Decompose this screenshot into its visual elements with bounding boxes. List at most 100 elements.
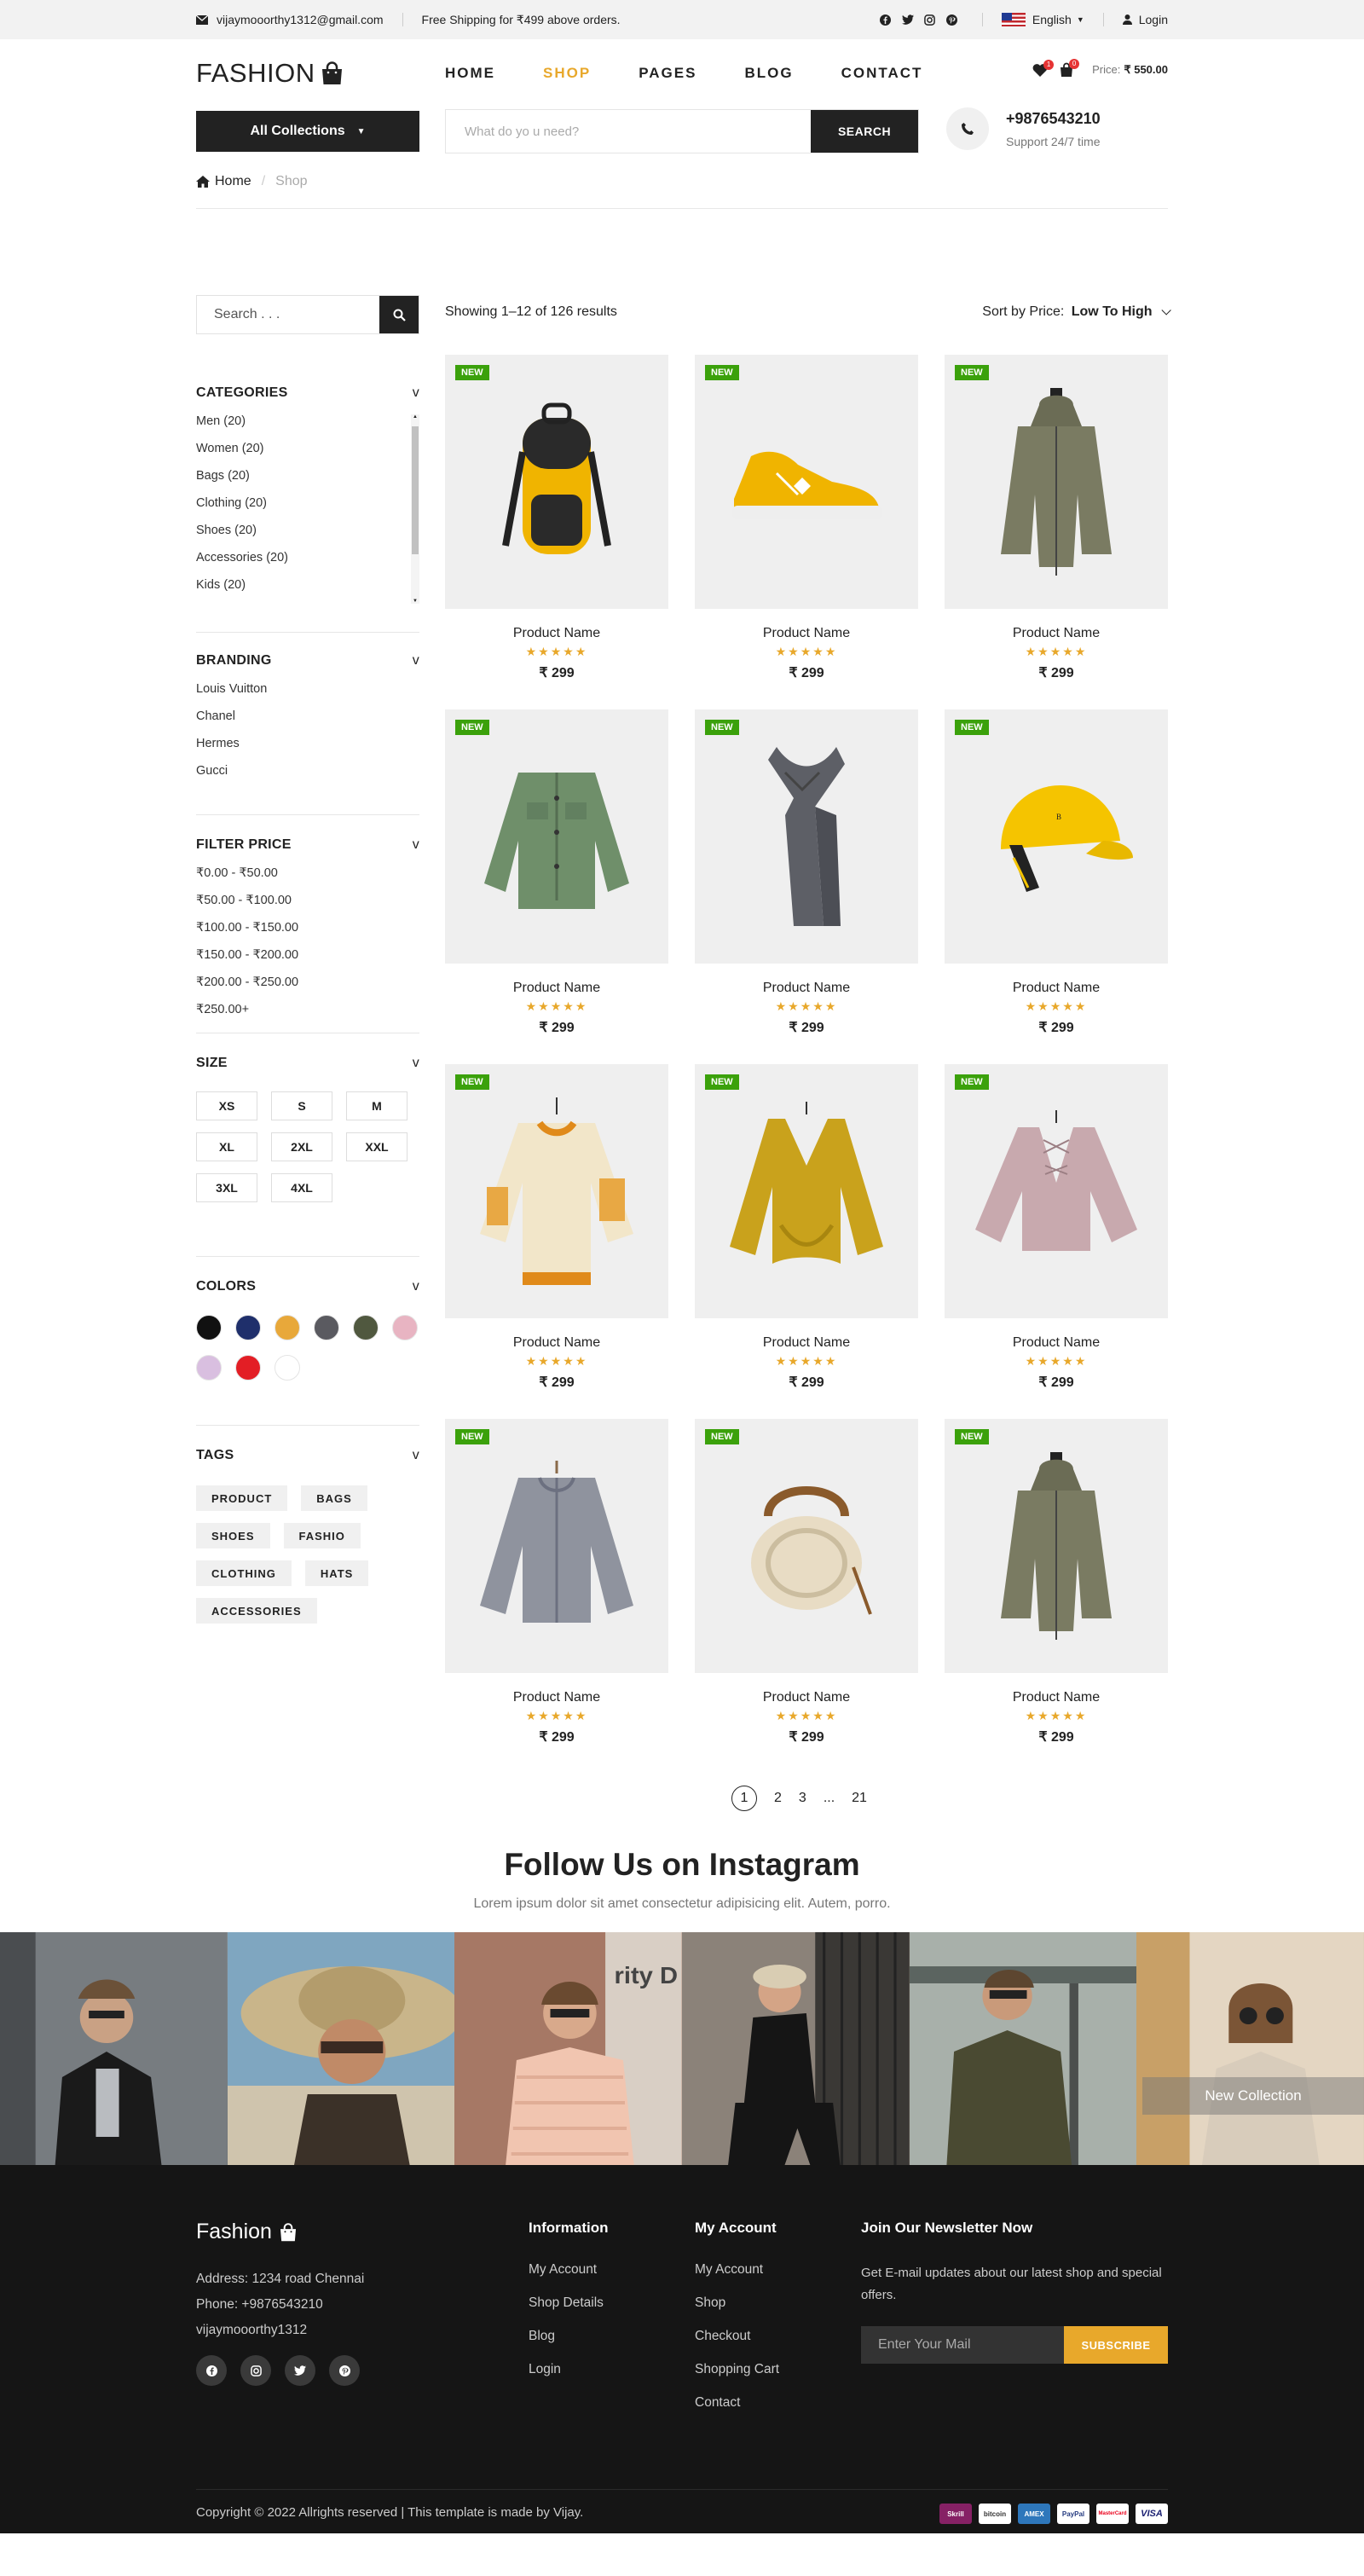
- footer-link[interactable]: My Account: [529, 2262, 609, 2278]
- nav-pages[interactable]: PAGES: [639, 65, 696, 82]
- product-card[interactable]: NEW Product Name ★★★★★ ₹ 299: [695, 709, 918, 1064]
- brand-item[interactable]: Gucci: [196, 764, 419, 778]
- nav-contact[interactable]: CONTACT: [841, 65, 923, 82]
- product-image[interactable]: NEW: [695, 709, 918, 964]
- scrollbar[interactable]: ▲ ▼: [411, 414, 419, 604]
- facebook-icon[interactable]: [875, 10, 897, 29]
- instagram-photo[interactable]: New Collection: [1136, 1932, 1364, 2188]
- breadcrumb-home[interactable]: Home: [215, 174, 251, 189]
- brand-item[interactable]: Chanel: [196, 709, 419, 723]
- product-name[interactable]: Product Name: [695, 1335, 918, 1351]
- size-option[interactable]: 4XL: [271, 1173, 332, 1202]
- footer-link[interactable]: Checkout: [695, 2329, 779, 2344]
- newsletter-email-input[interactable]: Enter Your Mail: [861, 2326, 1064, 2364]
- size-option[interactable]: XS: [196, 1091, 257, 1120]
- price-range-item[interactable]: ₹100.00 - ₹150.00: [196, 921, 419, 935]
- price-range-item[interactable]: ₹50.00 - ₹100.00: [196, 894, 419, 907]
- tags-toggle[interactable]: v: [413, 1448, 419, 1463]
- product-card[interactable]: NEW Product Name ★★★★★ ₹ 299: [695, 355, 918, 709]
- all-collections-button[interactable]: All Collections ▼: [196, 111, 419, 152]
- instagram-icon[interactable]: [919, 10, 941, 29]
- price-range-item[interactable]: ₹0.00 - ₹50.00: [196, 866, 419, 880]
- color-swatch[interactable]: [196, 1355, 222, 1381]
- product-image[interactable]: NEW: [445, 1419, 668, 1673]
- instagram-photo[interactable]: [909, 1932, 1137, 2188]
- product-name[interactable]: Product Name: [945, 981, 1168, 996]
- product-name[interactable]: Product Name: [945, 626, 1168, 641]
- footer-link[interactable]: Blog: [529, 2329, 609, 2344]
- color-swatch[interactable]: [392, 1315, 418, 1340]
- product-card[interactable]: NEW B Product Name ★★★★★ ₹ 299: [945, 709, 1168, 1064]
- login-link[interactable]: Login: [1139, 13, 1168, 26]
- tag-item[interactable]: HATS: [304, 1560, 369, 1586]
- size-option[interactable]: S: [271, 1091, 332, 1120]
- product-image[interactable]: NEW: [445, 355, 668, 609]
- category-item[interactable]: Women (20): [196, 442, 419, 455]
- topbar-email[interactable]: vijaymooorthy1312@gmail.com: [217, 13, 384, 26]
- instagram-photo[interactable]: [0, 1932, 228, 2188]
- product-card[interactable]: NEW Product Name ★★★★★ ₹ 299: [445, 1419, 668, 1774]
- nav-home[interactable]: HOME: [445, 65, 495, 82]
- product-card[interactable]: NEW Product Name ★★★★★ ₹ 299: [695, 1419, 918, 1774]
- price-range-item[interactable]: ₹150.00 - ₹200.00: [196, 948, 419, 962]
- page-link[interactable]: 3: [799, 1791, 806, 1806]
- product-name[interactable]: Product Name: [445, 1690, 668, 1705]
- twitter-icon[interactable]: [897, 10, 919, 29]
- instagram-photo[interactable]: rity D: [454, 1932, 683, 2188]
- chevron-down-icon[interactable]: ▼: [1077, 15, 1084, 24]
- product-image[interactable]: NEW: [945, 355, 1168, 609]
- colors-toggle[interactable]: v: [413, 1279, 419, 1294]
- price-range-item[interactable]: ₹200.00 - ₹250.00: [196, 975, 419, 989]
- size-option[interactable]: 3XL: [196, 1173, 257, 1202]
- price-filter-toggle[interactable]: v: [413, 837, 419, 853]
- tag-item[interactable]: ACCESSORIES: [196, 1598, 317, 1624]
- category-item[interactable]: Shoes (20): [196, 524, 419, 537]
- nav-blog[interactable]: BLOG: [744, 65, 793, 82]
- twitter-icon[interactable]: [285, 2355, 315, 2386]
- color-swatch[interactable]: [235, 1315, 261, 1340]
- category-item[interactable]: Men (20): [196, 414, 419, 428]
- instagram-photo[interactable]: [227, 1932, 455, 2188]
- size-option[interactable]: XXL: [346, 1132, 407, 1161]
- product-card[interactable]: NEW Product Name ★★★★★ ₹ 299: [695, 1064, 918, 1419]
- tag-item[interactable]: BAGS: [301, 1485, 367, 1511]
- language-selector[interactable]: English: [1032, 13, 1072, 26]
- sidebar-search-input[interactable]: Search . . .: [197, 296, 379, 333]
- facebook-icon[interactable]: [196, 2355, 227, 2386]
- page-link[interactable]: 2: [774, 1791, 782, 1806]
- brand-item[interactable]: Louis Vuitton: [196, 682, 419, 696]
- tag-item[interactable]: FASHIO: [283, 1523, 361, 1548]
- branding-toggle[interactable]: v: [413, 653, 419, 669]
- category-item[interactable]: Kids (20): [196, 578, 419, 592]
- wishlist-button[interactable]: 1: [1032, 59, 1055, 77]
- search-input[interactable]: What do yo u need?: [446, 110, 811, 153]
- product-image[interactable]: NEW: [945, 1419, 1168, 1673]
- product-image[interactable]: NEW: [445, 1064, 668, 1318]
- sort-select[interactable]: Sort by Price: Low To High: [982, 304, 1171, 320]
- support-phone[interactable]: +9876543210: [1006, 110, 1101, 128]
- product-name[interactable]: Product Name: [445, 1335, 668, 1351]
- color-swatch[interactable]: [275, 1355, 300, 1381]
- size-toggle[interactable]: v: [413, 1056, 419, 1071]
- size-option[interactable]: 2XL: [271, 1132, 332, 1161]
- product-name[interactable]: Product Name: [945, 1335, 1168, 1351]
- footer-link[interactable]: Shopping Cart: [695, 2362, 779, 2377]
- nav-shop[interactable]: SHOP: [543, 65, 591, 82]
- subscribe-button[interactable]: SUBSCRIBE: [1064, 2326, 1168, 2364]
- brand-item[interactable]: Hermes: [196, 737, 419, 750]
- product-image[interactable]: NEW: [945, 1064, 1168, 1318]
- footer-link[interactable]: Shop Details: [529, 2295, 609, 2311]
- product-name[interactable]: Product Name: [445, 626, 668, 641]
- pinterest-icon[interactable]: [329, 2355, 360, 2386]
- size-option[interactable]: M: [346, 1091, 407, 1120]
- instagram-icon[interactable]: [240, 2355, 271, 2386]
- color-swatch[interactable]: [196, 1315, 222, 1340]
- color-swatch[interactable]: [275, 1315, 300, 1340]
- footer-email[interactable]: vijaymooorthy1312: [196, 2323, 364, 2338]
- price-range-item[interactable]: ₹250.00+: [196, 1003, 419, 1016]
- footer-link[interactable]: Shop: [695, 2295, 779, 2311]
- product-image[interactable]: NEW: [695, 1064, 918, 1318]
- product-name[interactable]: Product Name: [695, 1690, 918, 1705]
- product-name[interactable]: Product Name: [945, 1690, 1168, 1705]
- cart-button[interactable]: 0: [1060, 59, 1080, 77]
